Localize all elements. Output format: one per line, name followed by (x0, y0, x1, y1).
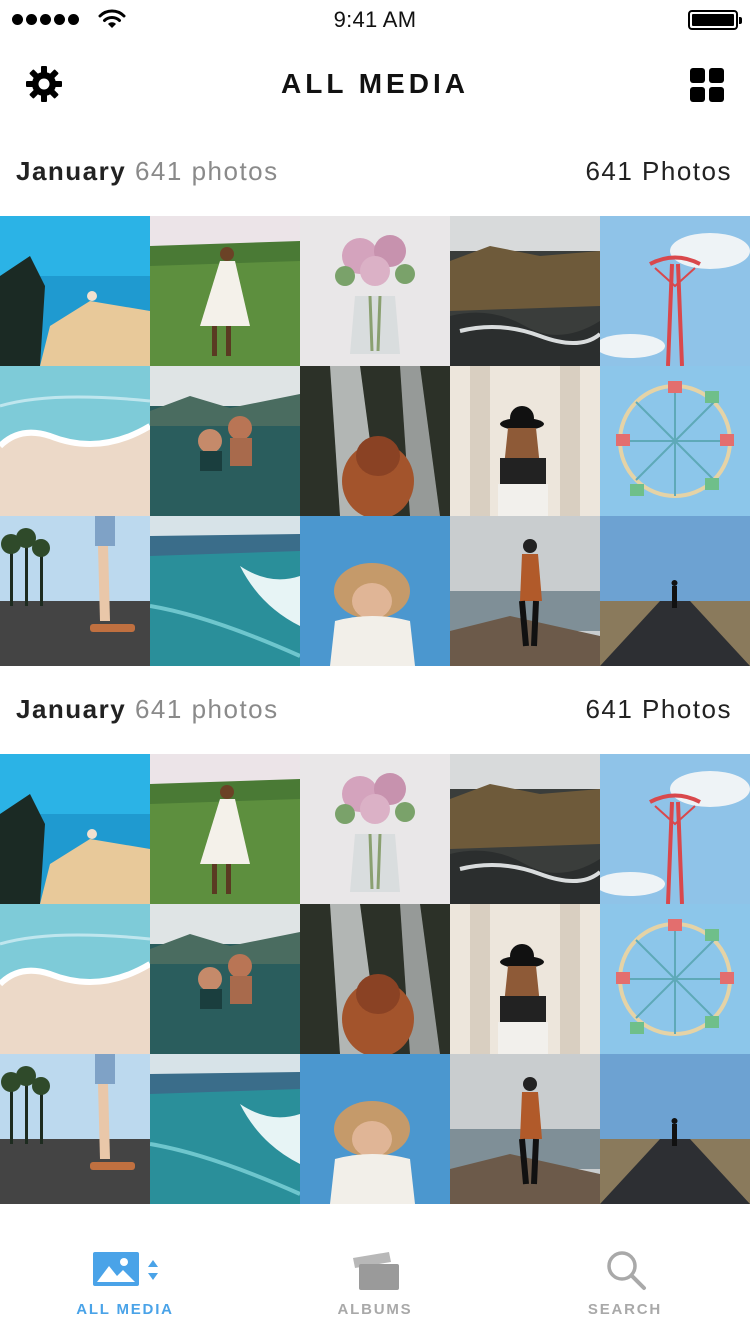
photo-thumbnail[interactable] (300, 516, 450, 666)
section-header: January 641 photos 641 Photos (0, 666, 750, 754)
photo-thumbnail[interactable] (600, 904, 750, 1054)
section-total[interactable]: 641 Photos (585, 694, 732, 725)
nav-bar: ALL MEDIA (0, 40, 750, 128)
photo-grid (0, 216, 750, 666)
photo-thumbnail[interactable] (600, 366, 750, 516)
photo-thumbnail[interactable] (450, 904, 600, 1054)
photo-thumbnail[interactable] (300, 216, 450, 366)
photo-thumbnail[interactable] (150, 216, 300, 366)
photo-thumbnail[interactable] (600, 216, 750, 366)
photo-thumbnail[interactable] (600, 1054, 750, 1204)
page-title: ALL MEDIA (281, 68, 469, 99)
photo-thumbnail[interactable] (450, 516, 600, 666)
photo-thumbnail[interactable] (0, 366, 150, 516)
photo-thumbnail[interactable] (0, 216, 150, 366)
tab-albums[interactable]: ALBUMS (250, 1204, 500, 1334)
search-icon (607, 1251, 646, 1290)
sort-arrows-icon[interactable] (147, 1258, 159, 1282)
photo-thumbnail[interactable] (150, 516, 300, 666)
photo-thumbnail[interactable] (150, 1054, 300, 1204)
section-total[interactable]: 641 Photos (585, 156, 732, 187)
section-count: 641 photos (134, 156, 279, 186)
photo-thumbnail[interactable] (0, 904, 150, 1054)
grid-view-icon[interactable] (690, 68, 724, 102)
photo-thumbnail[interactable] (450, 1054, 600, 1204)
albums-icon (353, 1252, 399, 1290)
photo-thumbnail[interactable] (150, 754, 300, 904)
tab-label: ALBUMS (337, 1301, 413, 1318)
section-count: 641 photos (134, 694, 279, 724)
battery-icon (688, 10, 742, 30)
photo-thumbnail[interactable] (0, 1054, 150, 1204)
photo-thumbnail[interactable] (600, 516, 750, 666)
photo-thumbnail[interactable] (150, 366, 300, 516)
tab-label: SEARCH (587, 1301, 663, 1318)
photo-thumbnail[interactable] (600, 754, 750, 904)
photo-thumbnail[interactable] (0, 516, 150, 666)
status-bar: 9:41 AM (0, 0, 750, 40)
tab-bar: ALL MEDIA ALBUMS SEARCH (0, 1204, 750, 1334)
photo-thumbnail[interactable] (300, 754, 450, 904)
section-month: January (16, 156, 127, 186)
photo-thumbnail[interactable] (450, 754, 600, 904)
status-time: 9:41 AM (333, 7, 417, 32)
section-header: January 641 photos 641 Photos (0, 128, 750, 216)
photo-thumbnail[interactable] (300, 904, 450, 1054)
photo-icon (93, 1252, 139, 1286)
tab-all-media[interactable]: ALL MEDIA (0, 1204, 250, 1334)
photo-thumbnail[interactable] (150, 904, 300, 1054)
photo-thumbnail[interactable] (300, 1054, 450, 1204)
photo-thumbnail[interactable] (450, 366, 600, 516)
tab-label: ALL MEDIA (76, 1301, 174, 1318)
tab-search[interactable]: SEARCH (500, 1204, 750, 1334)
photo-thumbnail[interactable] (450, 216, 600, 366)
photo-thumbnail[interactable] (0, 754, 150, 904)
section-month: January (16, 694, 127, 724)
photo-thumbnail[interactable] (300, 366, 450, 516)
photo-grid (0, 754, 750, 1204)
